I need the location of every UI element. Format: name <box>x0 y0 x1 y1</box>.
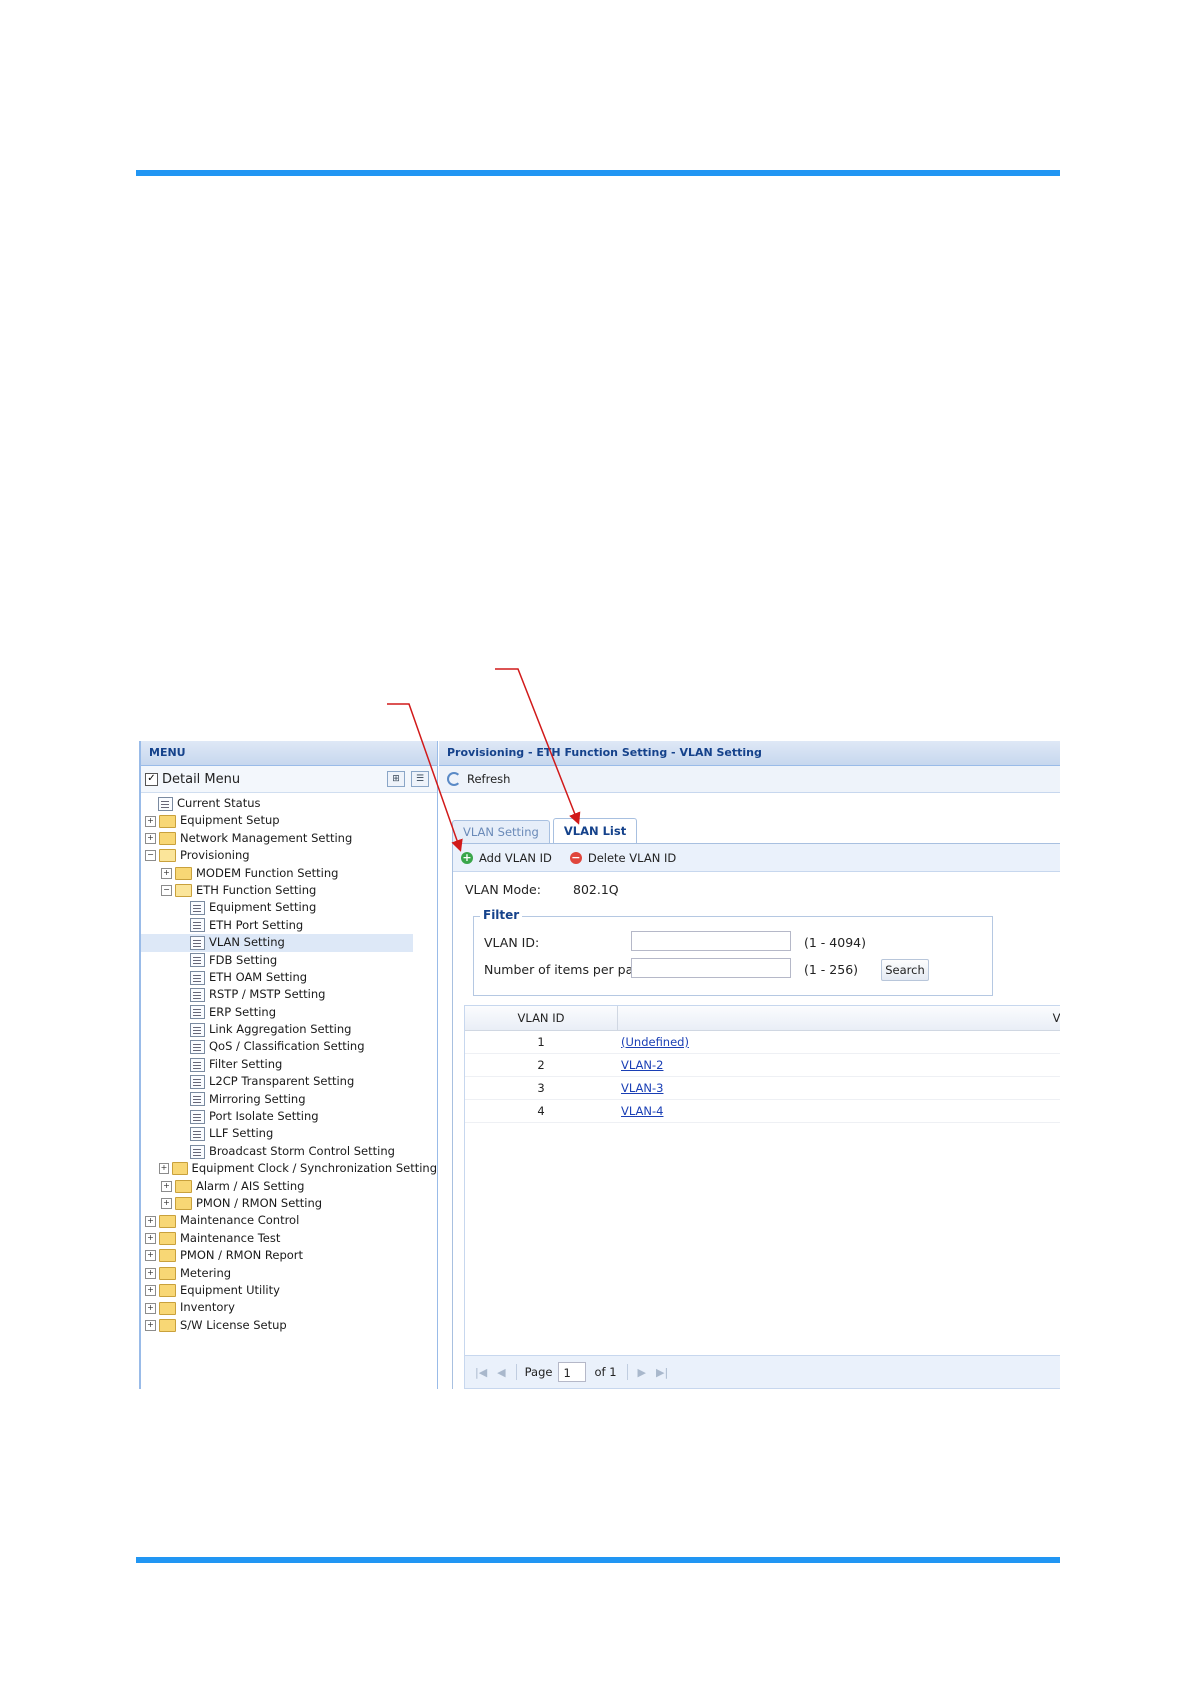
folder-icon <box>159 1231 176 1245</box>
folder-icon <box>159 1318 176 1332</box>
folder-icon <box>159 1266 176 1280</box>
tree-item-label: Equipment Utility <box>180 1282 280 1297</box>
tree-item-label: PMON / RMON Setting <box>196 1195 323 1210</box>
collapse-icon[interactable]: − <box>161 885 172 897</box>
tree-item-label: Inventory <box>180 1300 235 1315</box>
tree-item-label: Equipment Clock / Synchronization Settin… <box>191 1161 437 1176</box>
page-icon <box>190 953 205 968</box>
page-icon <box>190 1005 205 1020</box>
folder-icon <box>159 1301 176 1315</box>
page-icon <box>190 1022 205 1037</box>
folder-icon <box>159 1214 176 1228</box>
tree-item-label: ETH Function Setting <box>196 882 317 897</box>
tree-item-label: Network Management Setting <box>180 830 353 845</box>
collapse-icon[interactable]: − <box>145 850 156 862</box>
page-icon <box>190 1040 205 1055</box>
tree-item-label: Maintenance Control <box>180 1213 300 1228</box>
folder-icon <box>175 884 192 898</box>
tree-item-label: S/W License Setup <box>180 1317 287 1332</box>
folder-icon <box>172 1162 188 1176</box>
expand-icon[interactable]: + <box>145 1267 156 1279</box>
tree-item-label: Maintenance Test <box>180 1230 281 1245</box>
expand-icon[interactable]: + <box>145 1285 156 1297</box>
expand-icon[interactable]: + <box>145 815 156 827</box>
arrow-to-vlan-list-tab <box>495 668 581 825</box>
bottom-rule <box>136 1557 1060 1563</box>
page-icon <box>190 1057 205 1072</box>
arrow-to-add-vlan-button <box>387 703 463 852</box>
page-icon <box>158 796 173 811</box>
tree-item-label: VLAN Setting <box>209 935 285 950</box>
expand-icon[interactable]: + <box>161 867 172 879</box>
tree-item-label: LLF Setting <box>209 1126 274 1141</box>
folder-icon <box>159 831 176 845</box>
tree-item-label: ETH OAM Setting <box>209 969 308 984</box>
tree-item-label: L2CP Transparent Setting <box>209 1074 355 1089</box>
tree-item[interactable]: + Equipment Clock / Synchronization Setti… <box>141 1160 437 1177</box>
page-icon <box>190 1109 205 1124</box>
folder-icon <box>175 866 192 880</box>
expand-icon[interactable]: + <box>161 1198 172 1210</box>
tree-item-label: RSTP / MSTP Setting <box>209 987 326 1002</box>
page-icon <box>190 1092 205 1107</box>
page-icon <box>190 1144 205 1159</box>
folder-icon <box>175 1179 192 1193</box>
folder-icon <box>159 849 176 863</box>
tree-item-label: Port Isolate Setting <box>209 1109 319 1124</box>
folder-icon <box>159 814 176 828</box>
tree-item-label: Broadcast Storm Control Setting <box>209 1143 395 1158</box>
folder-icon <box>175 1197 192 1211</box>
tree-item-label: ETH Port Setting <box>209 917 304 932</box>
folder-icon <box>159 1284 176 1298</box>
tree-item-label: Mirroring Setting <box>209 1091 306 1106</box>
page-icon <box>190 935 205 950</box>
page-icon <box>190 901 205 916</box>
tree-item-label: Current Status <box>177 796 261 810</box>
expand-icon[interactable]: + <box>158 1163 170 1175</box>
page-icon <box>190 970 205 985</box>
tree-item-label: FDB Setting <box>209 952 278 967</box>
annotation-arrows <box>387 668 581 852</box>
page-icon <box>190 987 205 1002</box>
tree-item-label: PMON / RMON Report <box>180 1248 304 1263</box>
folder-icon <box>159 1249 176 1263</box>
tree-item-label: Equipment Setup <box>180 813 280 828</box>
expand-icon[interactable]: + <box>145 832 156 844</box>
tree-item-label: Metering <box>180 1265 232 1280</box>
tree-item-label: Equipment Setting <box>209 900 317 915</box>
tree-item-label: Filter Setting <box>209 1056 283 1071</box>
expand-icon[interactable]: + <box>145 1250 156 1262</box>
expand-icon[interactable]: + <box>145 1215 156 1227</box>
tree-item-label: Alarm / AIS Setting <box>196 1178 305 1193</box>
tree-item-label: Link Aggregation Setting <box>209 1022 352 1037</box>
expand-icon[interactable]: + <box>161 1180 172 1192</box>
page-icon <box>190 1074 205 1089</box>
page-icon <box>190 1127 205 1142</box>
tree-item-label: QoS / Classification Setting <box>209 1039 365 1054</box>
tree-item-label: Provisioning <box>180 848 250 863</box>
tree-item-label: MODEM Function Setting <box>196 865 339 880</box>
expand-icon[interactable]: + <box>145 1319 156 1331</box>
page-icon <box>190 918 205 933</box>
expand-icon[interactable]: + <box>145 1232 156 1244</box>
tree-item-label: ERP Setting <box>209 1004 277 1019</box>
expand-icon[interactable]: + <box>145 1302 156 1314</box>
